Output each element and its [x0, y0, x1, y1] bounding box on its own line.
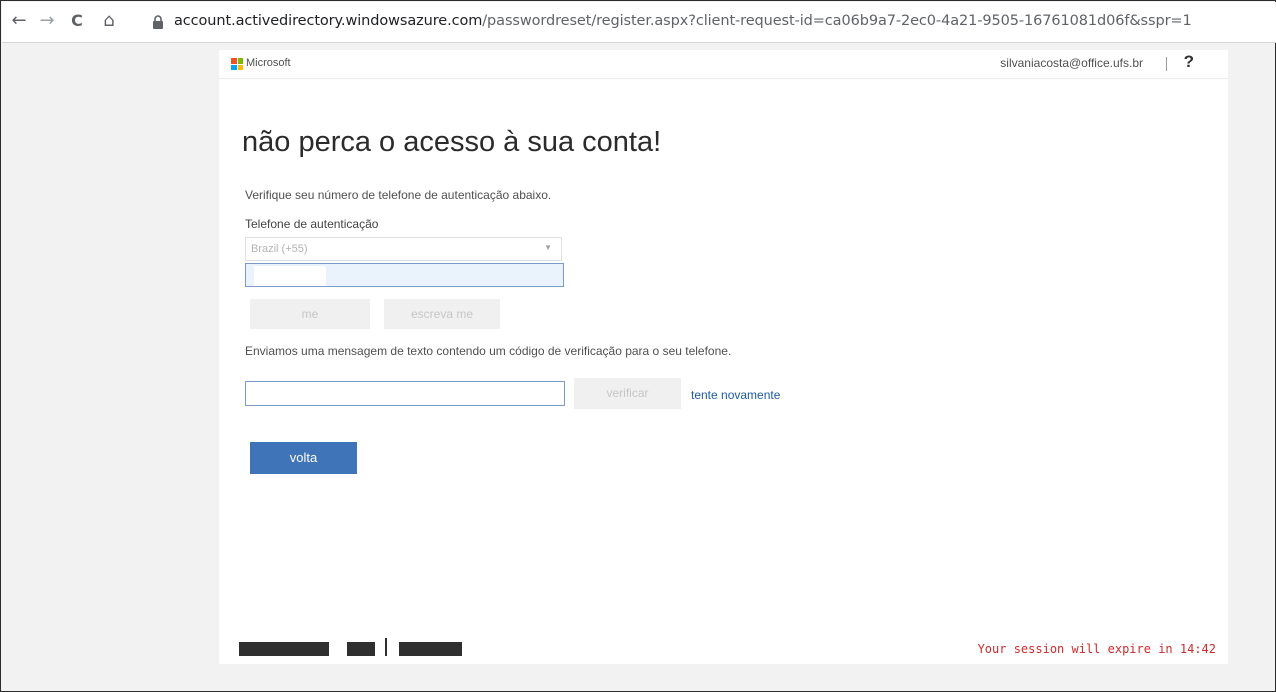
- header-divider: [1166, 57, 1167, 71]
- forward-arrow-icon[interactable]: →: [36, 10, 58, 32]
- page-title: não perca o acesso à sua conta!: [242, 126, 662, 158]
- lock-icon: [153, 15, 163, 29]
- retry-link[interactable]: tente novamente: [691, 388, 780, 402]
- help-icon[interactable]: ?: [1184, 52, 1194, 72]
- address-bar[interactable]: account.activedirectory.windowsazure.com…: [174, 13, 1192, 29]
- verification-code-input[interactable]: [245, 381, 565, 406]
- reload-icon[interactable]: C: [66, 10, 88, 32]
- footer: Your session will expire in 14:42: [219, 632, 1228, 664]
- ms-header: Microsoft silvaniacosta@office.ufs.br ?: [219, 50, 1228, 79]
- instructions-text: Verifique seu número de telefone de aute…: [245, 188, 552, 202]
- dropdown-caret-icon: ▼: [544, 243, 552, 252]
- phone-label: Telefone de autenticação: [245, 217, 379, 231]
- redacted-phone-number: [254, 266, 326, 286]
- country-code-value: Brazil (+55): [251, 243, 308, 255]
- browser-toolbar: ← → C ⌂ account.activedirectory.windowsa…: [2, 2, 1276, 43]
- brand-name: Microsoft: [246, 57, 291, 69]
- home-icon[interactable]: ⌂: [98, 10, 120, 32]
- call-me-button[interactable]: me: [250, 299, 370, 329]
- phone-number-input[interactable]: [245, 263, 564, 287]
- verify-button[interactable]: verificar: [574, 378, 681, 409]
- country-code-select[interactable]: Brazil (+55) ▼: [245, 237, 562, 261]
- back-arrow-icon[interactable]: ←: [8, 10, 30, 32]
- footer-divider: [385, 638, 387, 656]
- microsoft-logo-icon: [231, 58, 243, 70]
- password-reset-card: Microsoft silvaniacosta@office.ufs.br ? …: [219, 50, 1228, 664]
- session-expiry-note: Your session will expire in 14:42: [977, 642, 1216, 656]
- browser-window: ← → C ⌂ account.activedirectory.windowsa…: [0, 0, 1276, 692]
- text-me-button[interactable]: escreva me: [384, 299, 500, 329]
- redacted-link: [399, 642, 462, 656]
- user-email[interactable]: silvaniacosta@office.ufs.br: [1000, 56, 1143, 70]
- sent-message-text: Enviamos uma mensagem de texto contendo …: [245, 344, 732, 358]
- url-path: /passwordreset/register.aspx?client-requ…: [482, 13, 1192, 29]
- redacted-link: [347, 642, 375, 656]
- back-button[interactable]: volta: [250, 442, 357, 474]
- redacted-copyright: [239, 642, 329, 656]
- url-host: account.activedirectory.windowsazure.com: [174, 13, 483, 29]
